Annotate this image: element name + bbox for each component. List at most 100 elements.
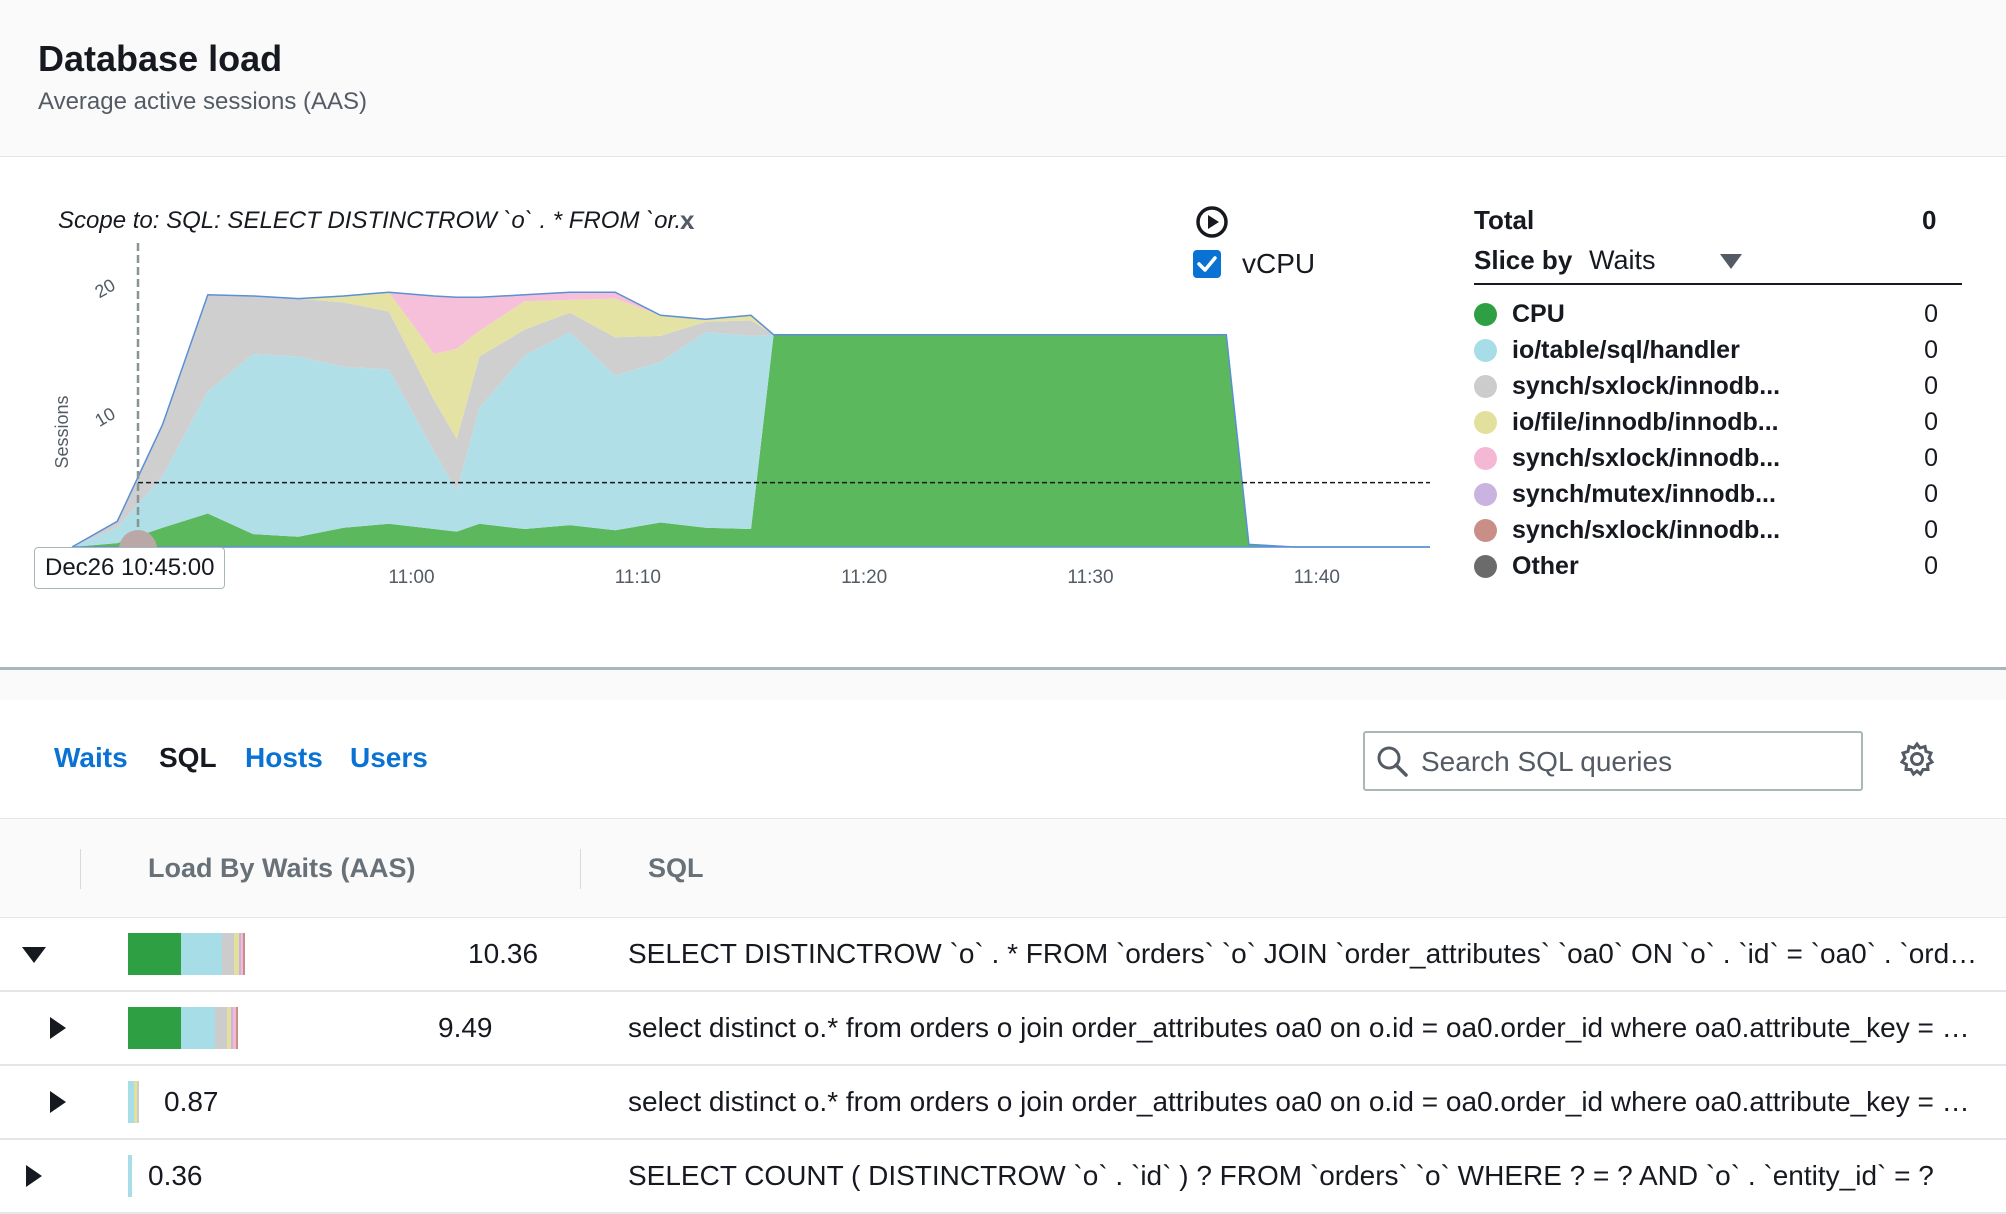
load-segment <box>243 933 246 975</box>
checkmark-icon <box>1197 256 1217 272</box>
table-row[interactable]: 9.49 select distinct o.* from orders o j… <box>0 992 2006 1066</box>
column-divider <box>80 849 81 889</box>
page-title: Database load <box>38 38 283 79</box>
x-tick-label: 11:40 <box>1294 567 1340 588</box>
load-segment <box>128 1155 133 1197</box>
tab-sql[interactable]: SQL <box>159 742 217 774</box>
page-header: Database load Average active sessions (A… <box>0 0 2006 157</box>
legend-item-label: synch/mutex/innodb... <box>1512 480 1776 508</box>
load-value: 9.49 <box>438 1012 493 1043</box>
load-value: 0.87 <box>164 1086 219 1117</box>
sql-text[interactable]: select distinct o.* from orders o join o… <box>628 1012 1980 1044</box>
slice-by-select[interactable]: Waits <box>1589 245 1656 276</box>
clear-scope-button[interactable]: x <box>680 205 694 236</box>
legend-item-value: 0 <box>1924 552 1938 580</box>
x-tick-label: 11:30 <box>1067 567 1113 588</box>
legend-item[interactable]: synch/mutex/innodb... 0 <box>1474 477 1944 513</box>
legend-item-label: synch/sxlock/innodb... <box>1512 372 1781 400</box>
load-segment <box>128 1007 181 1049</box>
table-header: Load By Waits (AAS) SQL <box>0 818 2006 919</box>
tab-hosts[interactable]: Hosts <box>245 742 323 774</box>
expand-icon[interactable] <box>50 1091 66 1113</box>
legend-swatch-icon <box>1474 375 1497 398</box>
legend-item[interactable]: synch/sxlock/innodb... 0 <box>1474 369 1944 405</box>
legend-item-label: Other <box>1512 552 1579 580</box>
search-input[interactable] <box>1419 733 1853 791</box>
legend-swatch-icon <box>1474 303 1497 326</box>
sql-text[interactable]: SELECT COUNT ( DISTINCTROW `o` . `id` ) … <box>628 1160 1980 1192</box>
column-divider[interactable] <box>580 849 581 889</box>
vcpu-checkbox[interactable] <box>1193 250 1221 278</box>
load-segment <box>180 933 223 975</box>
legend-item[interactable]: Other 0 <box>1474 549 1944 585</box>
slice-by-label: Slice by <box>1474 245 1573 275</box>
load-segment <box>180 1007 216 1049</box>
db-load-chart-panel: 1020Sessions5011:0011:1011:2011:3011:40 … <box>0 157 2006 667</box>
expand-icon[interactable] <box>50 1017 66 1039</box>
legend-item[interactable]: synch/sxlock/innodb... 0 <box>1474 441 1944 477</box>
legend-item-label: synch/sxlock/innodb... <box>1512 444 1781 472</box>
legend-item-label: synch/sxlock/innodb... <box>1512 516 1781 544</box>
load-segment <box>235 1007 238 1049</box>
collapse-icon[interactable] <box>22 947 46 963</box>
x-tick-label: 11:00 <box>388 567 434 588</box>
load-segment <box>222 933 234 975</box>
column-header-sql[interactable]: SQL <box>648 853 704 884</box>
total-label: Total <box>1474 205 1535 235</box>
legend-item-value: 0 <box>1924 372 1938 400</box>
total-value: 0 <box>1922 205 1937 235</box>
legend-item[interactable]: io/file/innodb/innodb... 0 <box>1474 405 1944 441</box>
load-bar <box>128 1155 133 1197</box>
legend-swatch-icon <box>1474 555 1497 578</box>
search-box[interactable] <box>1363 731 1863 791</box>
y-tick-label: 20 <box>91 275 118 302</box>
search-icon <box>1377 746 1408 777</box>
load-value: 10.36 <box>468 938 539 969</box>
chevron-down-icon[interactable] <box>1720 254 1742 269</box>
load-segment <box>215 1007 227 1049</box>
play-icon[interactable] <box>1195 205 1229 239</box>
legend-item-value: 0 <box>1924 300 1938 328</box>
scope-filter-text: Scope to: SQL: SELECT DISTINCTROW `o` . … <box>58 207 695 234</box>
legend-swatch-icon <box>1474 447 1497 470</box>
y-axis-label: Sessions <box>52 395 72 468</box>
time-tooltip: Dec26 10:45:00 <box>34 547 226 589</box>
legend-item-label: CPU <box>1512 300 1565 328</box>
load-segment <box>137 1081 140 1123</box>
panel-gap <box>0 670 2006 700</box>
sql-text[interactable]: select distinct o.* from orders o join o… <box>628 1086 1980 1118</box>
legend-swatch-icon <box>1474 411 1497 434</box>
load-bar <box>128 933 246 975</box>
slice-by-underline <box>1474 283 1962 285</box>
table-row[interactable]: 0.36 SELECT COUNT ( DISTINCTROW `o` . `i… <box>0 1140 2006 1214</box>
expand-icon[interactable] <box>26 1165 42 1187</box>
x-tick-label: 11:10 <box>615 567 661 588</box>
load-value: 0.36 <box>148 1160 203 1191</box>
legend-item-value: 0 <box>1924 336 1938 364</box>
load-segment <box>128 933 181 975</box>
tab-users[interactable]: Users <box>350 742 428 774</box>
legend-item[interactable]: CPU 0 <box>1474 297 1944 333</box>
x-tick-label: 11:20 <box>841 567 887 588</box>
tab-waits[interactable]: Waits <box>54 742 128 774</box>
table-row[interactable]: 10.36 SELECT DISTINCTROW `o` . * FROM `o… <box>0 918 2006 992</box>
legend-item[interactable]: synch/sxlock/innodb... 0 <box>1474 513 1944 549</box>
legend-item[interactable]: io/table/sql/handler 0 <box>1474 333 1944 369</box>
load-bar <box>128 1007 238 1049</box>
legend-item-value: 0 <box>1924 480 1938 508</box>
legend-item-label: io/file/innodb/innodb... <box>1512 408 1779 436</box>
column-header-load[interactable]: Load By Waits (AAS) <box>148 853 416 884</box>
legend-item-label: io/table/sql/handler <box>1512 336 1740 364</box>
legend-item-value: 0 <box>1924 516 1938 544</box>
page-subtitle: Average active sessions (AAS) <box>38 88 368 115</box>
vcpu-label: vCPU <box>1242 248 1316 279</box>
legend-swatch-icon <box>1474 483 1497 506</box>
gear-icon[interactable] <box>1898 740 1936 778</box>
legend-item-value: 0 <box>1924 408 1938 436</box>
legend-swatch-icon <box>1474 339 1497 362</box>
table-row[interactable]: 0.87 select distinct o.* from orders o j… <box>0 1066 2006 1140</box>
legend-item-value: 0 <box>1924 444 1938 472</box>
legend: CPU 0 io/table/sql/handler 0 synch/sxlock/… <box>1474 297 1944 585</box>
y-tick-label: 10 <box>91 403 118 430</box>
sql-text[interactable]: SELECT DISTINCTROW `o` . * FROM `orders`… <box>628 938 1980 970</box>
